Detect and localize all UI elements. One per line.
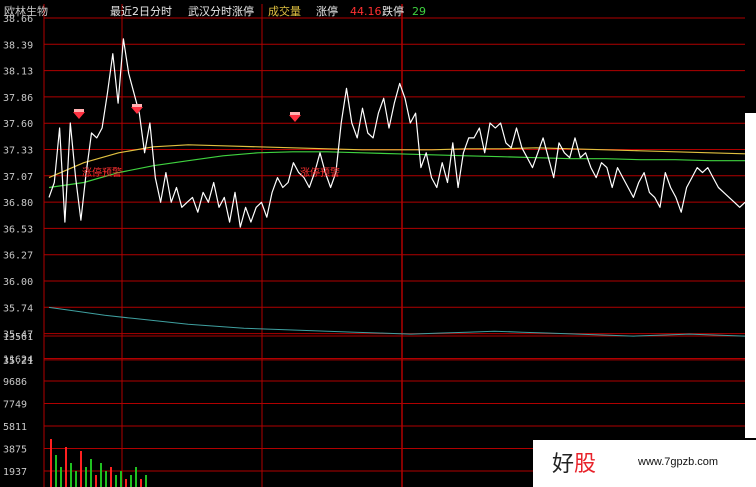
volume-tick: 5811 bbox=[3, 422, 27, 433]
stock-name: 欧林生物 bbox=[4, 4, 48, 18]
limit-up-label: 涨停 bbox=[316, 4, 338, 18]
annotation-2: 涨停预警 bbox=[300, 166, 340, 179]
price-tick: 36.27 bbox=[3, 251, 33, 262]
side-panel bbox=[745, 113, 756, 438]
limit-up-value: 44.16 bbox=[350, 5, 382, 18]
price-tick: 37.33 bbox=[3, 146, 33, 157]
volume-bar bbox=[80, 451, 82, 487]
volume-tick: 13561 bbox=[3, 332, 33, 343]
limit-down-value: 29 bbox=[412, 5, 426, 18]
period-label: 最近2日分时 bbox=[110, 5, 172, 18]
watermark-url: www.7gpzb.com bbox=[638, 456, 719, 468]
price-tick: 37.07 bbox=[3, 172, 33, 183]
volume-tick: 3875 bbox=[3, 445, 27, 456]
volume-bar bbox=[95, 475, 97, 487]
price-tick: 38.13 bbox=[3, 67, 33, 78]
volume-bar bbox=[55, 455, 57, 487]
volume-bar bbox=[50, 439, 52, 487]
price-tick: 36.80 bbox=[3, 198, 33, 209]
volume-bar bbox=[135, 467, 137, 487]
volume-tick: 7749 bbox=[3, 400, 27, 411]
price-tick: 36.53 bbox=[3, 224, 33, 235]
chart-canvas: 38.6638.3938.1337.8637.6037.3337.0736.80… bbox=[0, 0, 756, 487]
price-tick: 37.86 bbox=[3, 93, 33, 104]
volume-bar bbox=[75, 471, 77, 487]
volume-bar bbox=[145, 475, 147, 487]
price-tick: 35.74 bbox=[3, 303, 33, 314]
price-tick: 36.00 bbox=[3, 277, 33, 288]
volume-bar bbox=[70, 463, 72, 487]
volume-tick: 11624 bbox=[3, 355, 33, 366]
volume-bar bbox=[60, 467, 62, 487]
volume-tick: 9686 bbox=[3, 377, 27, 388]
price-tick: 38.39 bbox=[3, 40, 33, 51]
annotation-1: 涨停预警 bbox=[82, 166, 122, 179]
volume-bar bbox=[65, 447, 67, 487]
volume-bar bbox=[130, 475, 132, 487]
volume-bar bbox=[110, 467, 112, 487]
volume-bar bbox=[100, 463, 102, 487]
volume-bar bbox=[90, 459, 92, 487]
volume-bar bbox=[125, 479, 127, 487]
limit-down-label: 跌停 bbox=[382, 4, 404, 18]
volume-bar bbox=[115, 475, 117, 487]
series-title: 武汉分时涨停 bbox=[188, 4, 254, 18]
volume-bar bbox=[85, 467, 87, 487]
price-tick: 37.60 bbox=[3, 119, 33, 130]
watermark-logo: 好股 bbox=[552, 452, 597, 477]
volume-tick: 1937 bbox=[3, 467, 27, 478]
chart-background bbox=[0, 0, 756, 487]
volume-bar bbox=[140, 479, 142, 487]
volume-bar bbox=[105, 471, 107, 487]
volume-bar bbox=[120, 471, 122, 487]
volume-label: 成交量 bbox=[268, 4, 301, 18]
